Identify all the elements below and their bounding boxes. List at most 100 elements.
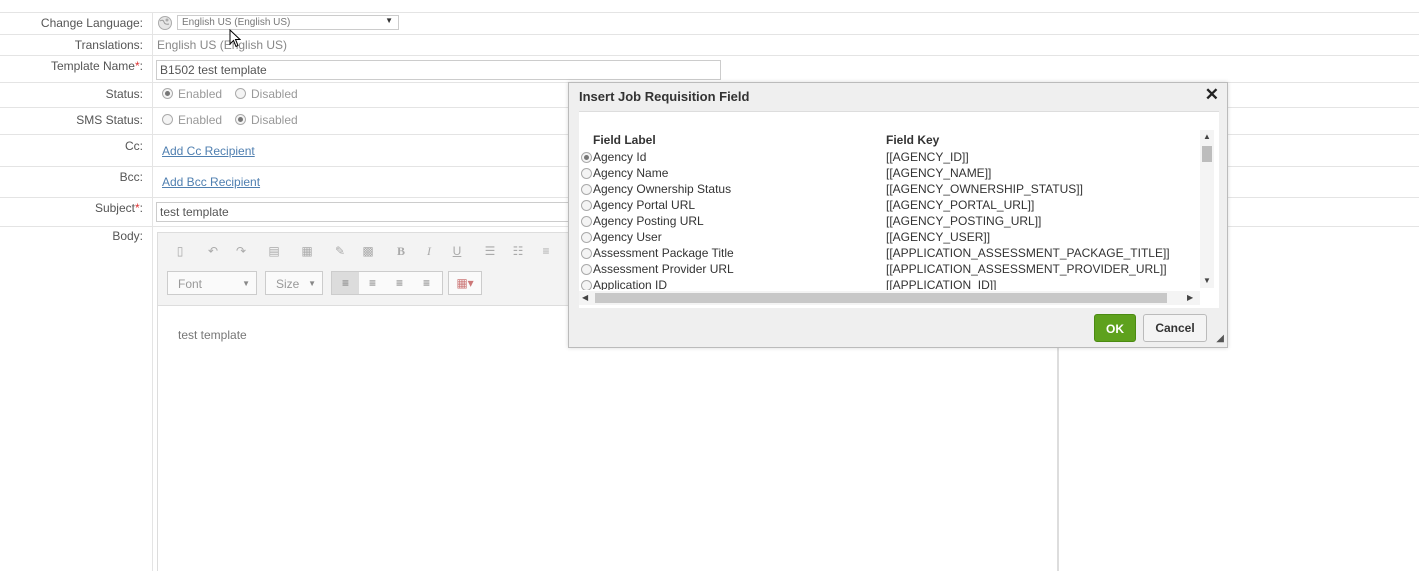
field-row-key: [[AGENCY_NAME]] xyxy=(886,166,992,180)
status-enabled-text: Enabled xyxy=(178,87,223,101)
field-row[interactable]: Application ID [[APPLICATION_ID]] xyxy=(579,278,1199,290)
undo-icon[interactable]: ↶ xyxy=(203,241,223,261)
align-justify-icon[interactable]: ≡ xyxy=(413,272,440,294)
indent-icon[interactable]: ≡ xyxy=(536,241,556,261)
edit-icon[interactable]: ✎ xyxy=(330,241,350,261)
align-left-icon[interactable]: ≡ xyxy=(332,272,359,294)
align-center-icon[interactable]: ≡ xyxy=(359,272,386,294)
bulleted-list-icon[interactable]: ☷ xyxy=(508,241,528,261)
field-row-key: [[AGENCY_POSTING_URL]] xyxy=(886,214,1042,228)
add-cc-recipient-link[interactable]: Add Cc Recipient xyxy=(162,144,255,158)
field-row[interactable]: Assessment Provider URL [[APPLICATION_ASS… xyxy=(579,262,1199,278)
language-select-value: English US (English US) xyxy=(182,17,291,28)
resize-grip-icon[interactable]: ◢ xyxy=(1216,333,1224,344)
underline-icon[interactable]: U xyxy=(447,241,467,261)
field-row-radio[interactable] xyxy=(581,200,592,211)
field-row-label: Agency Id xyxy=(593,150,647,164)
status-enabled-option[interactable]: Enabled xyxy=(162,87,222,101)
scroll-right-icon[interactable]: ▶ xyxy=(1187,293,1193,302)
field-row-label: Assessment Provider URL xyxy=(593,262,734,276)
field-row-label: Agency Ownership Status xyxy=(593,182,732,196)
field-row-key: [[AGENCY_ID]] xyxy=(886,150,969,164)
field-row-radio[interactable] xyxy=(581,184,592,195)
field-row-radio[interactable] xyxy=(581,152,592,163)
font-select-label: Font xyxy=(178,277,203,291)
field-row[interactable]: Agency User [[AGENCY_USER]] xyxy=(579,230,1199,246)
scroll-up-icon[interactable]: ▲ xyxy=(1203,132,1211,141)
vertical-scrollbar[interactable]: ▲ ▼ xyxy=(1200,130,1214,288)
field-row[interactable]: Agency Id [[AGENCY_ID]] xyxy=(579,150,1199,166)
font-select[interactable]: Font ▼ xyxy=(167,271,257,295)
numbered-list-icon[interactable]: ☰ xyxy=(480,241,500,261)
size-select-label: Size xyxy=(276,277,300,291)
horizontal-scrollbar[interactable]: ◀ ▶ xyxy=(579,291,1200,305)
sms-disabled-option[interactable]: Disabled xyxy=(235,113,298,127)
field-row-key: [[AGENCY_OWNERSHIP_STATUS]] xyxy=(886,182,1083,196)
italic-icon[interactable]: I xyxy=(419,241,439,261)
field-row[interactable]: Agency Ownership Status [[AGENCY_OWNERSHI… xyxy=(579,182,1199,198)
field-rows: Agency Id [[AGENCY_ID]] Agency Name [[AGENC… xyxy=(579,112,1199,290)
status-disabled-option[interactable]: Disabled xyxy=(235,87,298,101)
insert-field-icon[interactable]: ▤ xyxy=(264,241,284,261)
field-row-key: [[APPLICATION_ASSESSMENT_PROVIDER_URL]] xyxy=(886,262,1167,276)
horizontal-scroll-thumb[interactable] xyxy=(595,293,1167,303)
row-divider xyxy=(0,55,1419,56)
body-label: Body: xyxy=(112,229,143,243)
status-enabled-radio[interactable] xyxy=(162,88,173,99)
field-row[interactable]: Assessment Package Title [[APPLICATION_AS… xyxy=(579,246,1199,262)
sms-status-label: SMS Status: xyxy=(76,113,143,127)
redo-icon[interactable]: ↷ xyxy=(231,241,251,261)
field-row-radio[interactable] xyxy=(581,168,592,179)
mouse-cursor-icon xyxy=(229,28,242,51)
field-row[interactable]: Agency Name [[AGENCY_NAME]] xyxy=(579,166,1199,182)
bold-icon[interactable]: B xyxy=(391,241,411,261)
subject-label-text: Subject xyxy=(94,201,135,215)
insert-field-dialog: Insert Job Requisition Field ✕ Field Lab… xyxy=(568,82,1228,348)
sms-enabled-radio[interactable] xyxy=(162,114,173,125)
template-name-input[interactable]: B1502 test template xyxy=(156,60,721,80)
field-row-radio[interactable] xyxy=(581,216,592,227)
template-name-label-text: Template Name xyxy=(50,59,135,73)
status-disabled-radio[interactable] xyxy=(235,88,246,99)
new-page-icon[interactable]: ▯ xyxy=(170,241,190,261)
cc-label: Cc: xyxy=(125,139,143,153)
field-row-key: [[AGENCY_PORTAL_URL]] xyxy=(886,198,1035,212)
table-icon[interactable]: ▦ xyxy=(297,241,317,261)
close-icon[interactable]: ✕ xyxy=(1205,85,1219,105)
language-select[interactable]: English US (English US) ▼ xyxy=(177,15,399,30)
change-language-label: Change Language: xyxy=(40,16,143,30)
cancel-button[interactable]: Cancel xyxy=(1143,314,1207,342)
vertical-scroll-thumb[interactable] xyxy=(1202,146,1212,162)
scroll-down-icon[interactable]: ▼ xyxy=(1203,276,1211,285)
align-right-icon[interactable]: ≡ xyxy=(386,272,413,294)
chevron-down-icon: ▼ xyxy=(385,16,393,25)
status-label: Status: xyxy=(105,87,143,101)
sms-disabled-text: Disabled xyxy=(251,113,298,127)
field-row-radio[interactable] xyxy=(581,248,592,259)
field-row[interactable]: Agency Portal URL [[AGENCY_PORTAL_URL]] xyxy=(579,198,1199,214)
scroll-left-icon[interactable]: ◀ xyxy=(582,293,588,302)
field-row-label: Agency User xyxy=(593,230,662,244)
ok-button[interactable]: OK xyxy=(1094,314,1136,342)
field-row-label: Agency Name xyxy=(593,166,669,180)
alignment-group: ≡ ≡ ≡ ≡ xyxy=(331,271,443,295)
editor-body-text[interactable]: test template xyxy=(178,328,247,342)
field-row-radio[interactable] xyxy=(581,280,592,290)
chevron-down-icon: ▼ xyxy=(242,279,250,288)
color-menu-button[interactable]: ▦▾ xyxy=(448,271,482,295)
field-row-radio[interactable] xyxy=(581,264,592,275)
image-icon[interactable]: ▩ xyxy=(358,241,378,261)
translations-label: Translations: xyxy=(74,38,143,52)
subject-label: Subject*: xyxy=(0,201,143,215)
dialog-title: Insert Job Requisition Field xyxy=(579,89,750,104)
language-globe-icon xyxy=(157,15,173,34)
subject-input[interactable]: test template xyxy=(156,202,576,222)
sms-enabled-text: Enabled xyxy=(178,113,223,127)
sms-enabled-option[interactable]: Enabled xyxy=(162,113,222,127)
sms-disabled-radio[interactable] xyxy=(235,114,246,125)
field-row[interactable]: Agency Posting URL [[AGENCY_POSTING_URL]] xyxy=(579,214,1199,230)
color-grid-icon: ▦▾ xyxy=(456,276,474,290)
add-bcc-recipient-link[interactable]: Add Bcc Recipient xyxy=(162,175,260,189)
size-select[interactable]: Size ▼ xyxy=(265,271,323,295)
field-row-radio[interactable] xyxy=(581,232,592,243)
